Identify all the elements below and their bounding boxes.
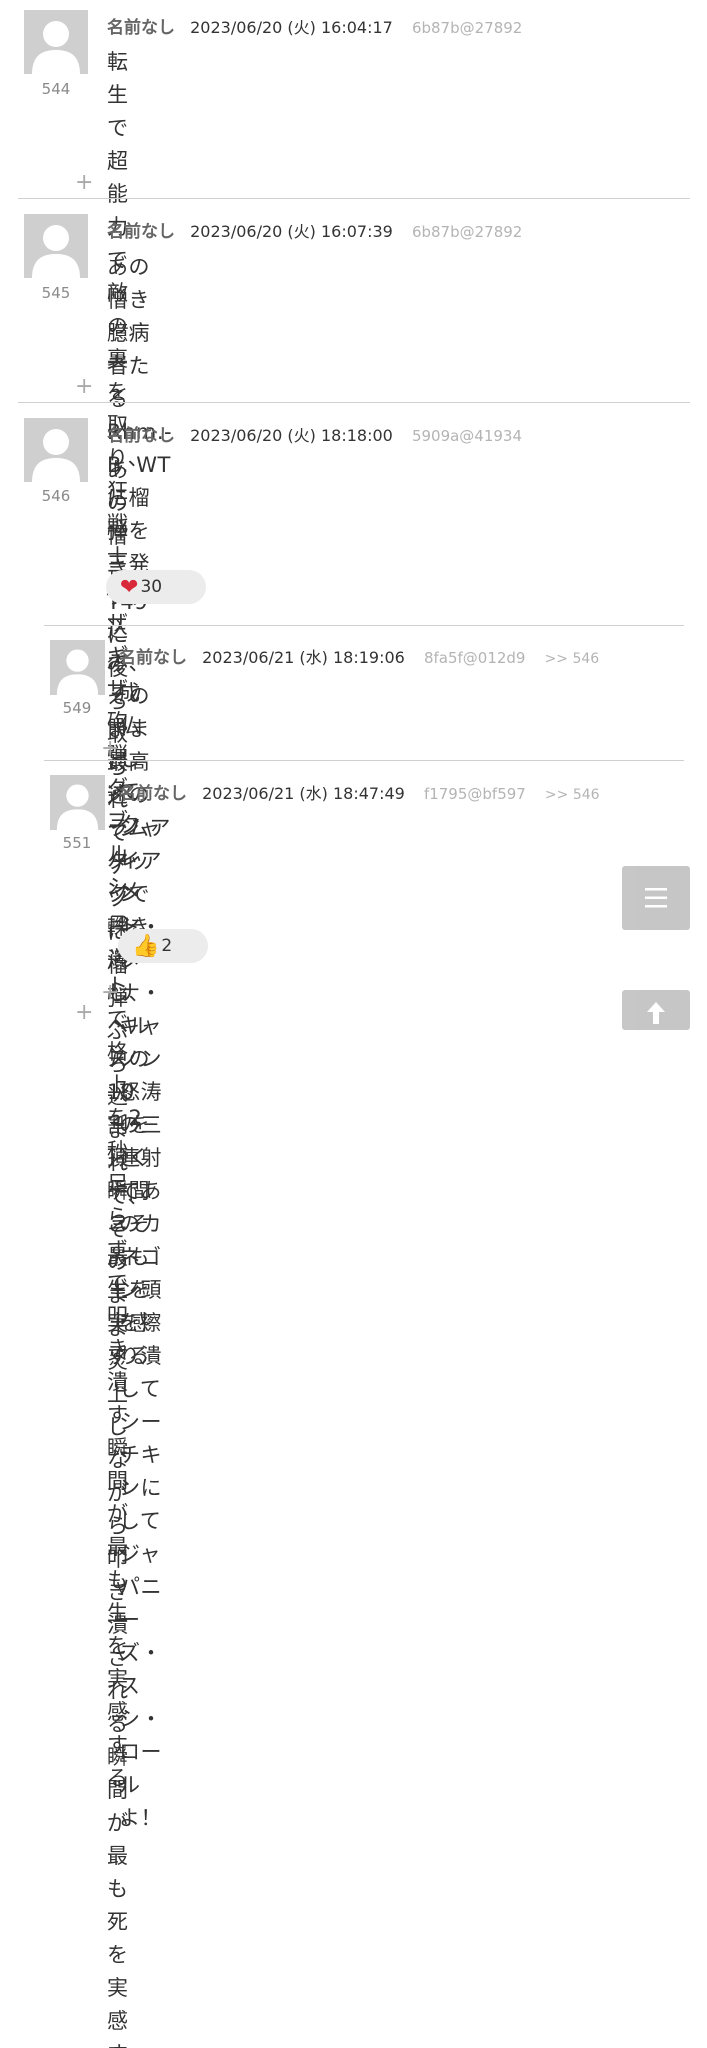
divider <box>44 760 684 761</box>
comment-number: 551 <box>62 834 92 852</box>
avatar <box>24 10 88 74</box>
poster-name: 名前なし <box>119 648 187 668</box>
post-date: 2023/06/20 (火) 16:07:39 <box>190 222 393 241</box>
comment-body: ジャイアント・ツナ・キャノン怒涛の三連射であのカ ネゴン頭を擦り潰してシーチキン… <box>119 812 162 1835</box>
post-date: 2023/06/20 (火) 18:18:00 <box>190 426 393 445</box>
reaction-count: 2 <box>161 936 173 956</box>
comment-number: 545 <box>41 284 71 302</box>
comment-line: ジャイアント・ツナ・キャノン怒涛の三連射であのカ <box>119 816 162 1236</box>
comment-number: 546 <box>41 487 71 505</box>
poster-name: 名前なし <box>119 784 187 804</box>
thumbs-up-icon: 👍 <box>132 933 160 959</box>
comment-meta: 名前なし 2023/06/20 (火) 18:18:00 5909a@41934 <box>107 421 536 446</box>
add-reaction-button[interactable]: + <box>75 376 93 398</box>
poster-name: 名前なし <box>107 18 175 38</box>
reaction-button[interactable]: ❤ 30 <box>106 570 206 604</box>
add-reaction-button[interactable]: + <box>101 738 119 760</box>
post-date: 2023/06/21 (水) 18:47:49 <box>202 784 405 803</box>
avatar <box>24 418 88 482</box>
heart-icon: ❤ <box>120 574 139 600</box>
comment-meta: 名前なし 2023/06/21 (水) 18:19:06 8fa5f@012d9… <box>119 643 599 668</box>
add-reaction-button[interactable]: + <box>75 172 93 194</box>
poster-name: 名前なし <box>107 222 175 242</box>
avatar <box>24 214 88 278</box>
post-date: 2023/06/20 (火) 16:04:17 <box>190 18 393 37</box>
scroll-top-button[interactable] <box>622 990 690 1030</box>
poster-id: 5909a@41934 <box>411 427 523 445</box>
poster-id: f1795@bf597 <box>423 785 526 803</box>
comment-meta: 名前なし 2023/06/20 (火) 16:04:17 6b87b@27892 <box>107 13 536 38</box>
post-date: 2023/06/21 (水) 18:19:06 <box>202 648 405 667</box>
poster-id: 6b87b@27892 <box>411 223 523 241</box>
comment-line: ズ・スシ・ロールよ！ <box>119 1641 162 1830</box>
avatar <box>50 640 105 695</box>
divider <box>18 402 690 403</box>
reply-link[interactable]: >> 546 <box>545 787 600 803</box>
reaction-button[interactable]: 👍 2 <box>118 929 208 963</box>
avatar <box>50 775 105 830</box>
comment-meta: 名前なし 2023/06/20 (火) 16:07:39 6b87b@27892 <box>107 217 536 242</box>
menu-icon <box>645 888 667 908</box>
poster-name: 名前なし <box>107 426 175 446</box>
divider <box>18 198 690 199</box>
thread-add-button[interactable]: + <box>75 1002 93 1024</box>
comment-number: 544 <box>41 80 71 98</box>
reaction-count: 30 <box>140 577 163 597</box>
reply-link[interactable]: >> 546 <box>545 651 600 667</box>
poster-id: 8fa5f@012d9 <box>423 649 526 667</box>
comment-line: ネゴン頭を擦り潰してシーチキンにしてジャパニー <box>119 1245 162 1632</box>
add-reaction-button[interactable]: + <box>101 982 119 1004</box>
comment-line: する <box>107 2038 149 2048</box>
comment-number: 549 <box>62 699 92 717</box>
menu-button[interactable] <box>622 866 690 930</box>
scroll-top-arrow-icon <box>647 1002 665 1024</box>
comment-meta: 名前なし 2023/06/21 (水) 18:47:49 f1795@bf597… <box>119 779 600 804</box>
poster-id: 6b87b@27892 <box>411 19 523 37</box>
divider <box>44 625 684 626</box>
